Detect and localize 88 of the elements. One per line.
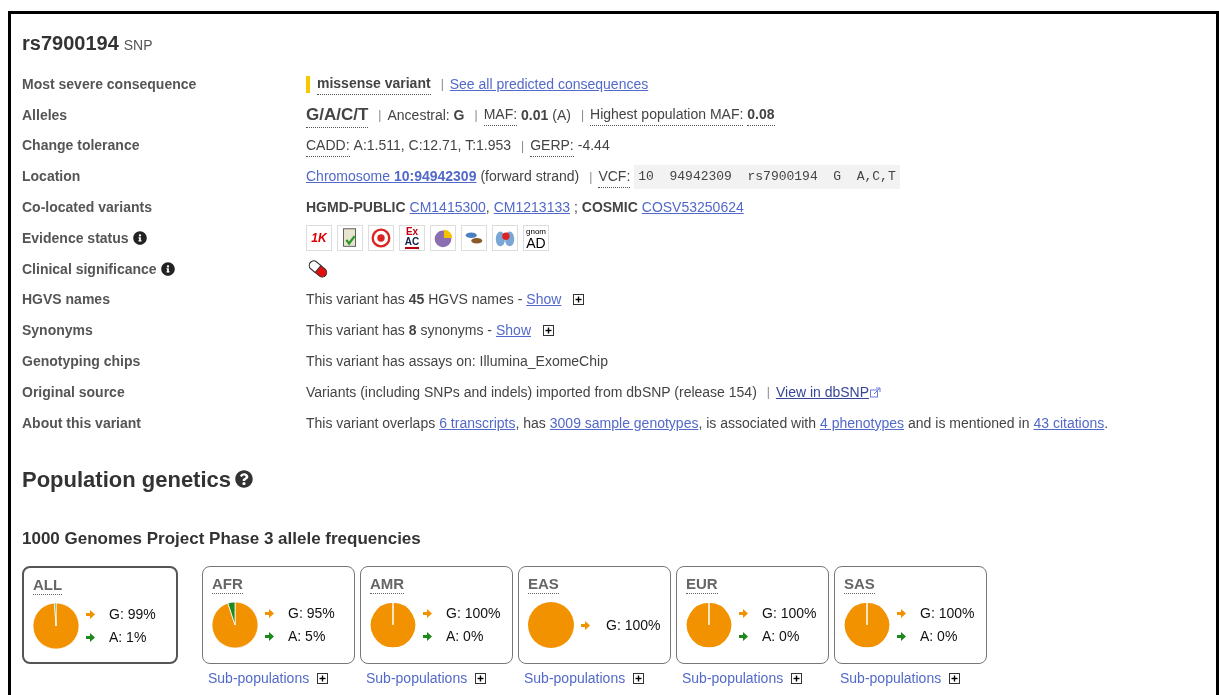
field-label: Co-located variants [22,198,152,218]
expand-icon[interactable] [475,673,487,685]
info-icon[interactable] [160,262,175,277]
population-name: SAS [844,575,875,595]
population-name: EUR [686,575,718,595]
sub-populations-link[interactable]: Sub-populations [208,668,310,690]
expand-icon[interactable] [573,294,585,306]
field-value: This variant has 8 synonyms - Show [306,320,554,342]
subsection-heading: 1000 Genomes Project Phase 3 allele frequencies [22,527,422,550]
expand-icon[interactable] [949,673,961,685]
external-link[interactable]: View in dbSNP [775,381,882,403]
field-label: Alleles [22,105,68,125]
field-label: HGVS names [22,290,110,310]
field-label: Genotyping chips [22,352,141,372]
population-name: ALL [33,576,63,596]
link[interactable]: COSV53250624 [641,197,744,219]
field-value: G/A/C/T | Ancestral: G | MAF: 0.01 (A) | Highest population MAF: 0.08 [306,101,779,129]
expand-icon[interactable] [791,673,803,685]
legend-label: G: 100% [762,604,817,624]
population-card[interactable]: AFR G: 95% A: 5% [202,566,355,665]
population-card[interactable]: ALL G: 99% A: 1% [22,566,178,665]
help-icon[interactable] [235,470,254,489]
pie-slice [686,602,732,649]
population-card[interactable]: AMR G: 100% A: 0% [360,566,513,665]
consequence-term: missense variant [317,73,431,96]
legend-label: A: 0% [446,627,484,647]
field-label: Location [22,167,81,187]
thousand-genomes-icon: 1K [306,225,332,252]
field-label: Original source [22,382,125,402]
lungs-icon [492,225,518,252]
field-value: missense variant | See all predicted consequences [306,73,653,96]
field-value: CADD: A:1.511, C:12.71, T:1.953 | GERP: -4.44 [306,135,614,157]
sub-populations-link[interactable]: Sub-populations [840,668,942,690]
population-card[interactable]: EUR G: 100% A: 0% [676,566,829,665]
legend-label: A: 0% [762,627,800,647]
external-link-icon [870,386,882,398]
field-value: HGMD-PUBLIC CM1415300, CM1213133 ; COSMIC COSV53250624 [306,197,748,219]
exac-icon: Ex AC [399,225,425,252]
legend-label: G: 100% [606,615,661,635]
field-value: Variants (including SNPs and indels) imported from dbSNP (release 154) | View in dbSNP [306,381,882,403]
legend-label: G: 100% [446,604,501,624]
field-value: This variant has 45 HGVS names - Show [306,289,585,311]
sub-populations-link[interactable]: Sub-populations [524,668,626,690]
pie-icon [430,225,456,252]
legend-label: G: 99% [109,605,156,625]
field-value: This variant overlaps 6 transcripts, has 3009 sample genotypes, is associated with 4 phenotypes and is mentioned in 43 citations. [306,412,1113,434]
population-card[interactable]: EAS G: 100% [518,566,671,665]
legend-label: G: 95% [288,604,335,624]
field-label: Most severe consequence [22,74,197,94]
legend-label: A: 1% [109,628,147,648]
link[interactable]: See all predicted consequences [449,73,649,95]
link[interactable]: Show [526,289,562,311]
population-card[interactable]: SAS G: 100% A: 0% [834,566,987,665]
gnomad-icon: gnom AD [523,225,549,252]
vcf-code: 10 94942309 rs7900194 G A,C,T [634,165,900,189]
link[interactable]: CM1213133 [493,197,570,219]
population-name: AMR [370,575,405,595]
field-label: About this variant [22,413,141,433]
legend-label: G: 100% [920,604,975,624]
legend-label: A: 5% [288,627,326,647]
legend-label: A: 0% [920,627,958,647]
field-value: Chromosome 10:94942309 (forward strand) | VCF: 10 94942309 rs7900194 G A,C,T [306,165,900,189]
population-name: EAS [528,575,559,595]
link[interactable]: 4 phenotypes [819,412,905,434]
sub-populations-link[interactable]: Sub-populations [682,668,784,690]
expand-icon[interactable] [543,325,554,337]
target-icon [368,225,394,252]
link[interactable]: CM1415300 [409,197,486,219]
field-label: Synonyms [22,321,93,341]
field-value: This variant has assays on: Illumina_ExomeChip [306,352,609,372]
variant-type: SNP [123,36,153,55]
link[interactable]: Chromosome 10:94942309 [306,166,477,188]
field-label: Change tolerance [22,136,140,156]
eye-icon [461,225,487,252]
info-icon[interactable] [132,231,147,246]
field-label: Evidence status [22,228,129,248]
expand-icon[interactable] [317,673,329,685]
scroll-check-icon [337,225,363,252]
section-heading: Population genetics [22,465,232,494]
sub-populations-link[interactable]: Sub-populations [366,668,468,690]
variant-id: rs7900194 [22,31,119,56]
population-name: AFR [212,575,243,595]
pie-slice [370,602,416,649]
pie-slice [528,602,574,649]
link[interactable]: Show [496,320,531,342]
pie-slice [844,602,890,649]
field-label: Clinical significance [22,259,157,279]
expand-icon[interactable] [633,673,645,685]
